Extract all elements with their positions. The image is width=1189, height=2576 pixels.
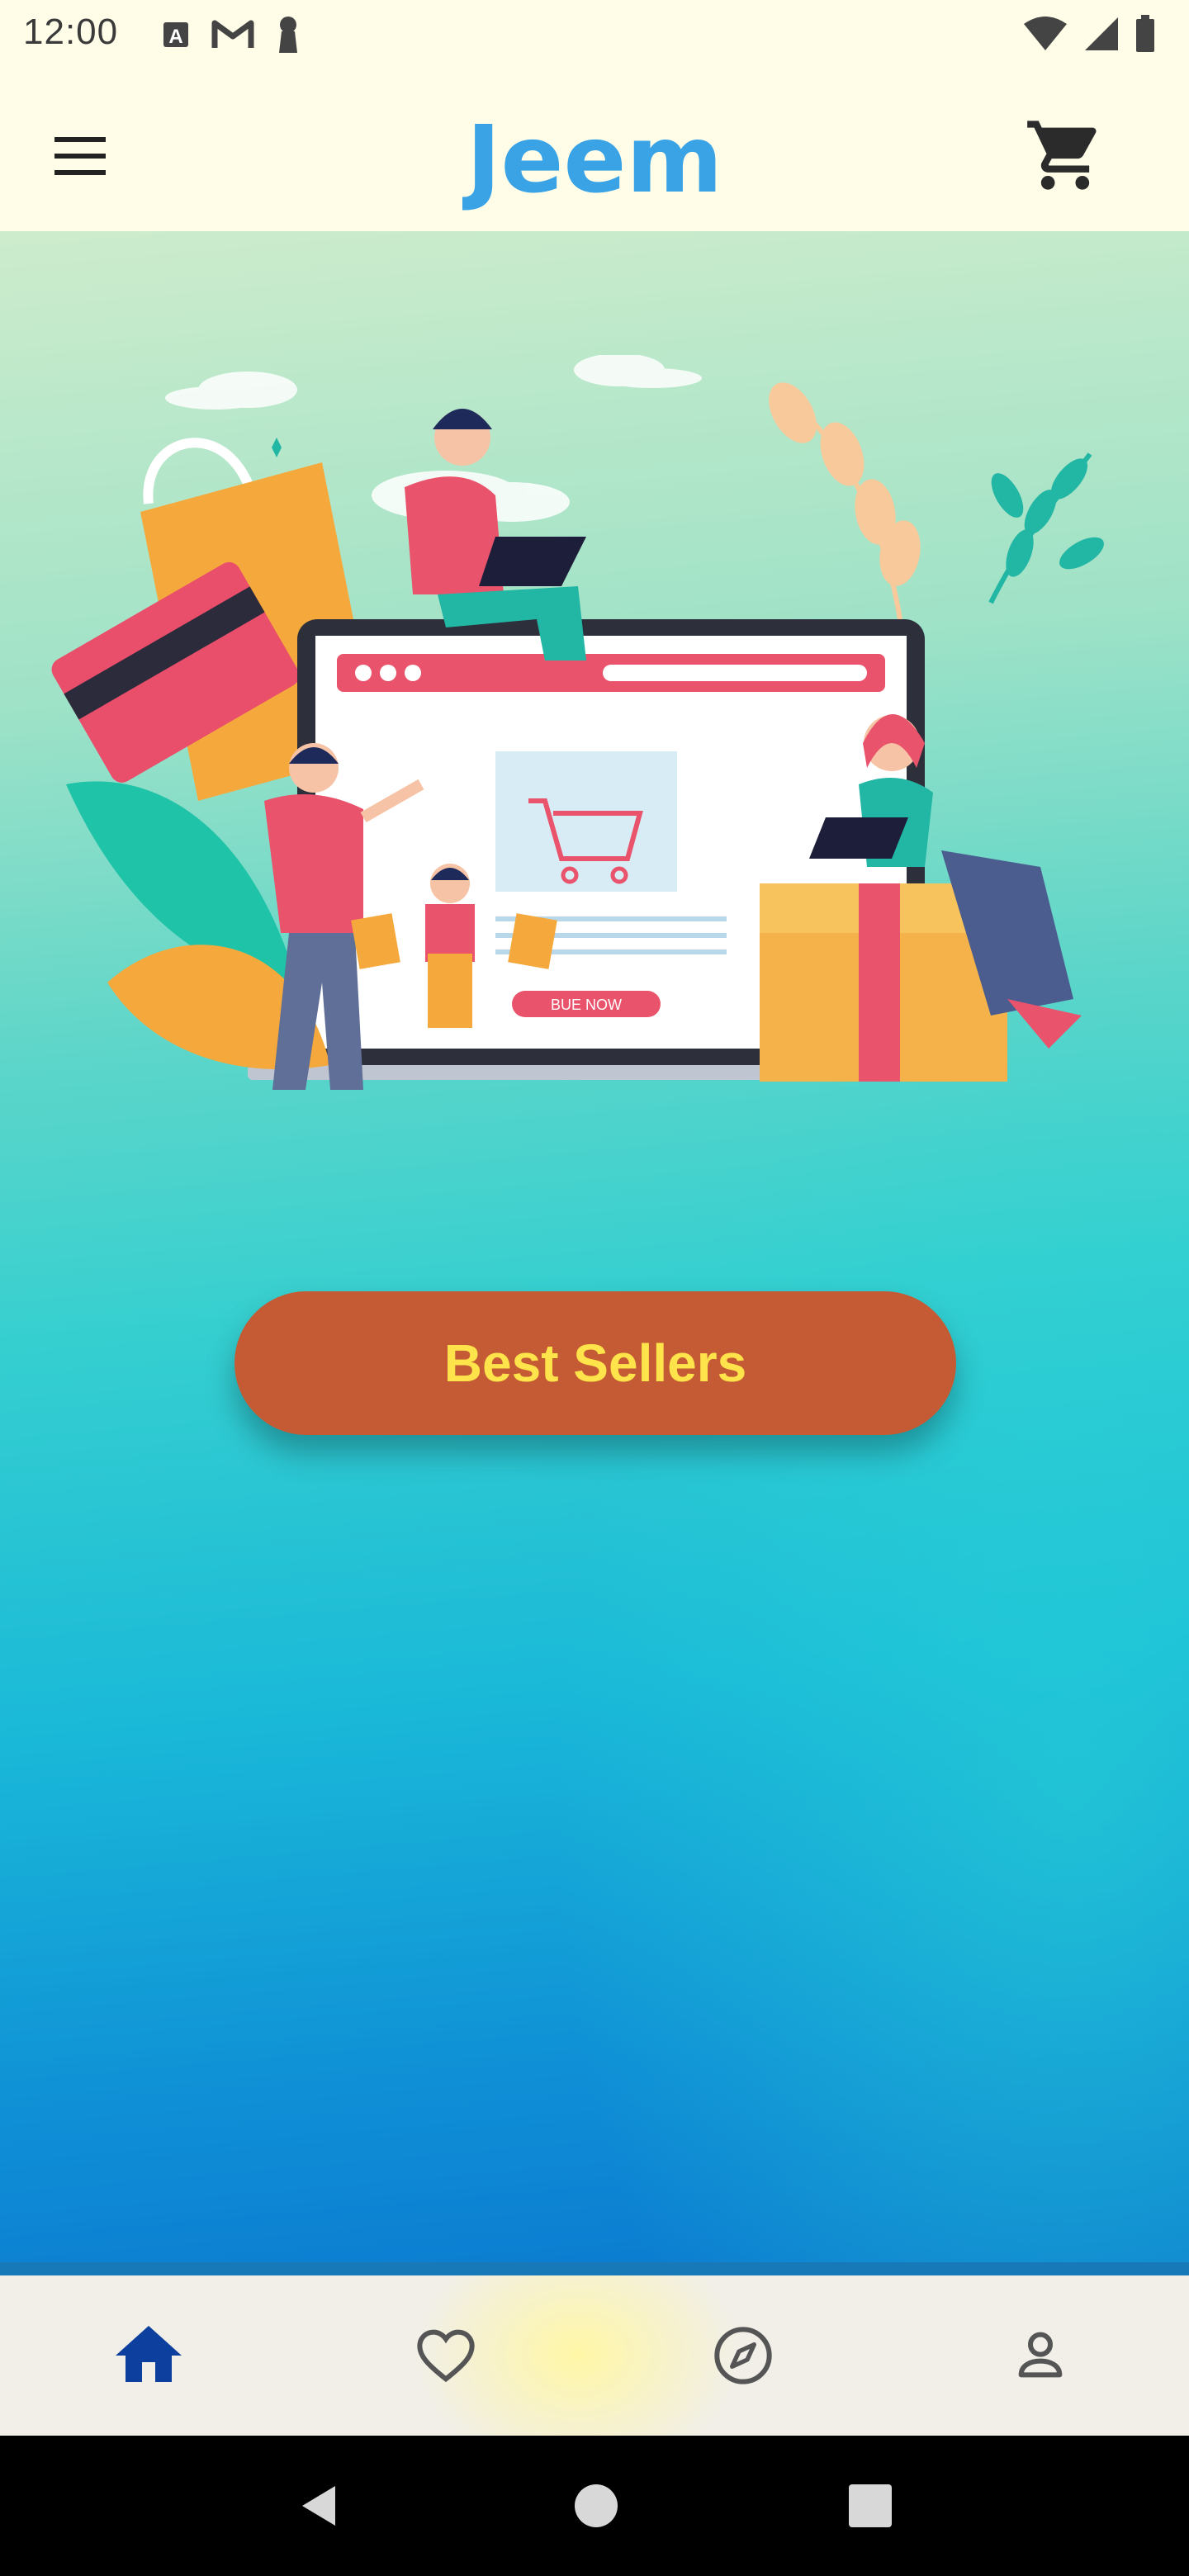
bottom-navigation [0,2275,1189,2436]
profile-icon [1018,2332,1063,2378]
jeem-logo: Jeem [462,107,722,214]
leaves-right [769,382,1104,620]
illustration-buy-now: BUE NOW [551,997,622,1013]
menu-icon [54,137,106,175]
heart-icon [417,2329,475,2383]
gmail-icon [211,20,254,48]
nav-favorites[interactable] [297,2275,594,2436]
nav-profile[interactable] [892,2275,1189,2436]
status-icons-left: A [162,15,301,54]
app-bar: Jeem [0,69,1189,231]
wifi-icon [1024,17,1067,50]
keyhole-icon [279,17,297,53]
nav-explore[interactable] [594,2275,892,2436]
best-sellers-button[interactable]: Best Sellers [234,1291,956,1435]
menu-button[interactable] [43,119,117,193]
compass-icon [714,2327,772,2384]
shopping-illustration: BUE NOW [51,355,1104,1090]
svg-text:A: A [168,26,182,48]
sparkle [272,438,282,457]
status-icons-right [1022,15,1156,53]
recents-icon[interactable] [847,2483,893,2529]
home-circle-icon[interactable] [573,2483,619,2529]
status-time: 12:00 [23,12,119,52]
cart-icon [1027,121,1097,190]
hero-bottom-strip [0,2262,1189,2275]
home-icon [116,2326,182,2382]
signal-icon [1085,17,1118,50]
battery-icon [1136,15,1154,52]
nav-home[interactable] [0,2275,297,2436]
logo-text: Jeem [462,107,722,214]
status-bar: 12:00 A [0,0,1189,69]
cta-container: Best Sellers [234,1291,956,1435]
cart-button[interactable] [1024,114,1106,197]
hero-section: BUE NOW Best Sellers [0,231,1189,2275]
system-navigation-bar [0,2436,1189,2576]
a-notification-icon: A [163,22,188,48]
back-icon[interactable] [296,2481,345,2531]
